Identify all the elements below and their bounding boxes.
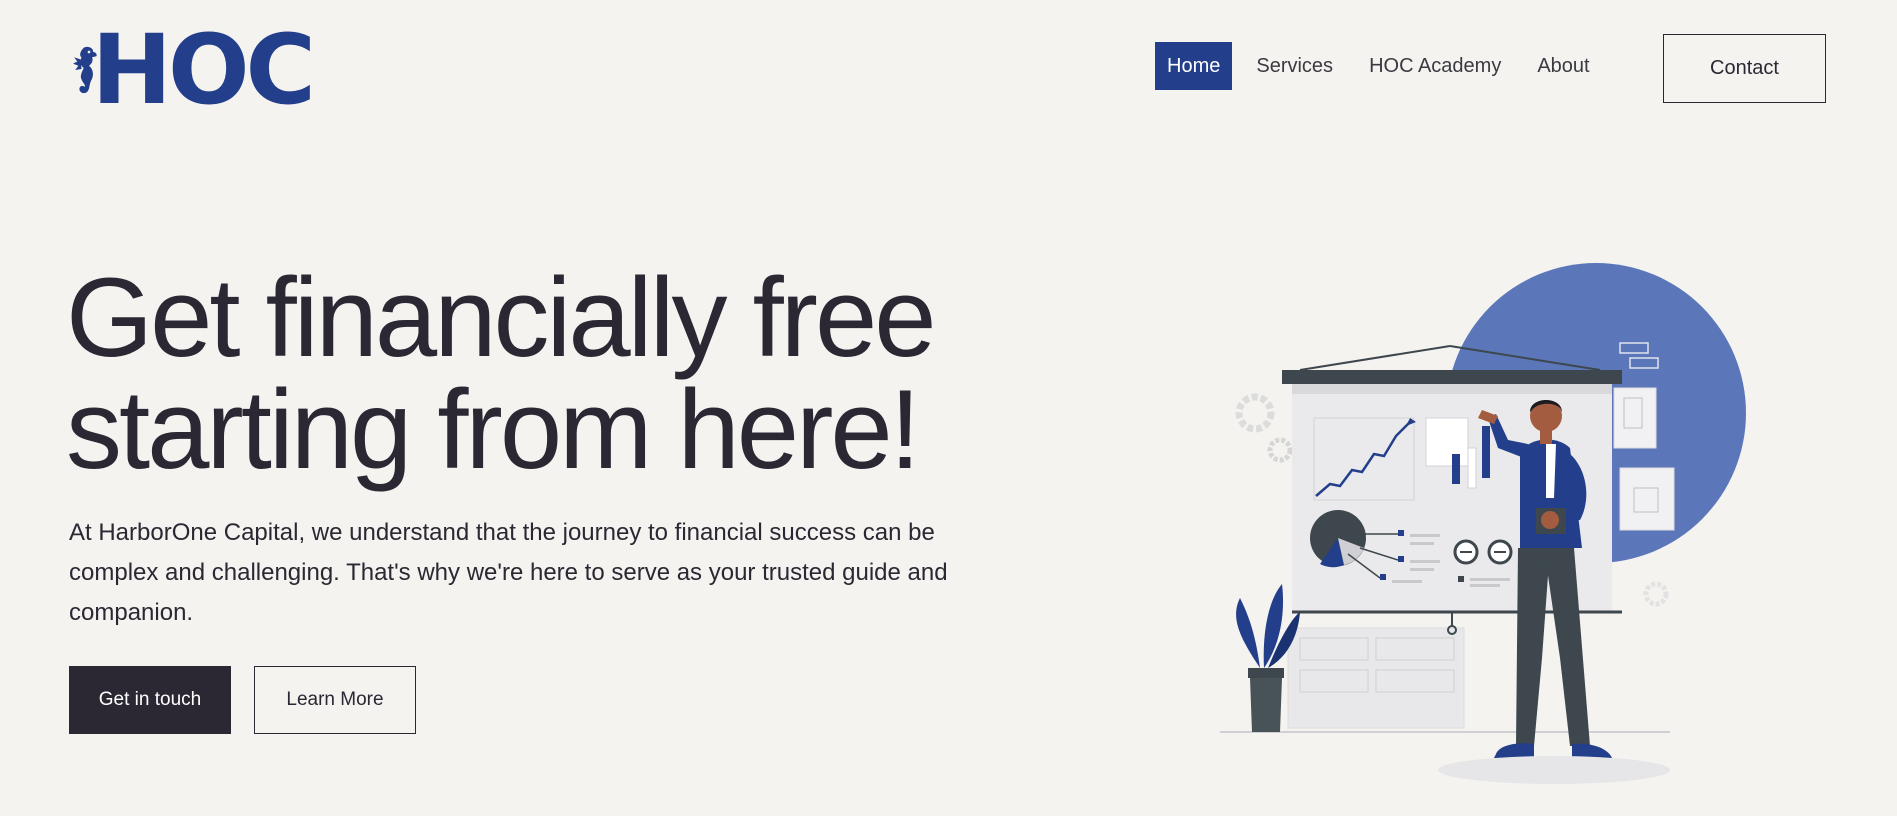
contact-button[interactable]: Contact — [1663, 34, 1826, 103]
hero-illustration — [1220, 258, 1760, 788]
logo-text: HOC — [91, 14, 316, 126]
hero-title: Get financially free starting from here! — [66, 262, 1066, 486]
hero-title-line-2: starting from here! — [66, 367, 921, 492]
hero-title-line-1: Get financially free — [66, 255, 937, 380]
get-in-touch-button[interactable]: Get in touch — [69, 666, 231, 734]
businessman-presenting-chart-illustration — [1220, 263, 1746, 784]
hero-description: At HarborOne Capital, we understand that… — [69, 519, 948, 626]
nav-item-hoc-academy[interactable]: HOC Academy — [1357, 42, 1513, 90]
nav-item-home[interactable]: Home — [1155, 42, 1233, 90]
main-nav: Home Services HOC Academy About — [1155, 42, 1614, 90]
learn-more-button[interactable]: Learn More — [254, 666, 416, 734]
nav-item-about[interactable]: About — [1525, 42, 1601, 90]
nav-item-services[interactable]: Services — [1244, 42, 1345, 90]
logo[interactable]: HOC — [72, 14, 316, 126]
